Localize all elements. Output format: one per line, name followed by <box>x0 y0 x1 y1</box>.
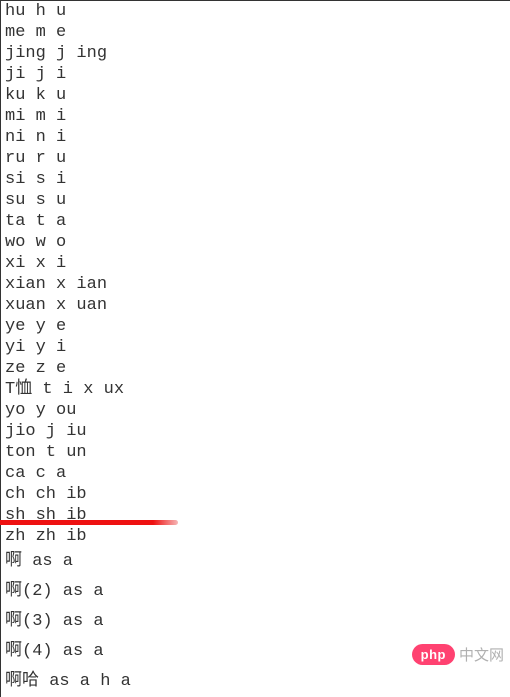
red-underline-annotation <box>0 520 178 525</box>
php-pill: php <box>412 644 455 665</box>
lines-top: hu h u me m e jing j ing ji j i ku k u m… <box>5 2 124 546</box>
lines-wide: 啊 as a 啊(2) as a 啊(3) as a 啊(4) as a 啊哈 … <box>5 552 131 691</box>
text-list: hu h u me m e jing j ing ji j i ku k u m… <box>0 0 510 697</box>
watermark-badge: php 中文网 <box>412 644 504 665</box>
badge-text: 中文网 <box>459 644 504 665</box>
